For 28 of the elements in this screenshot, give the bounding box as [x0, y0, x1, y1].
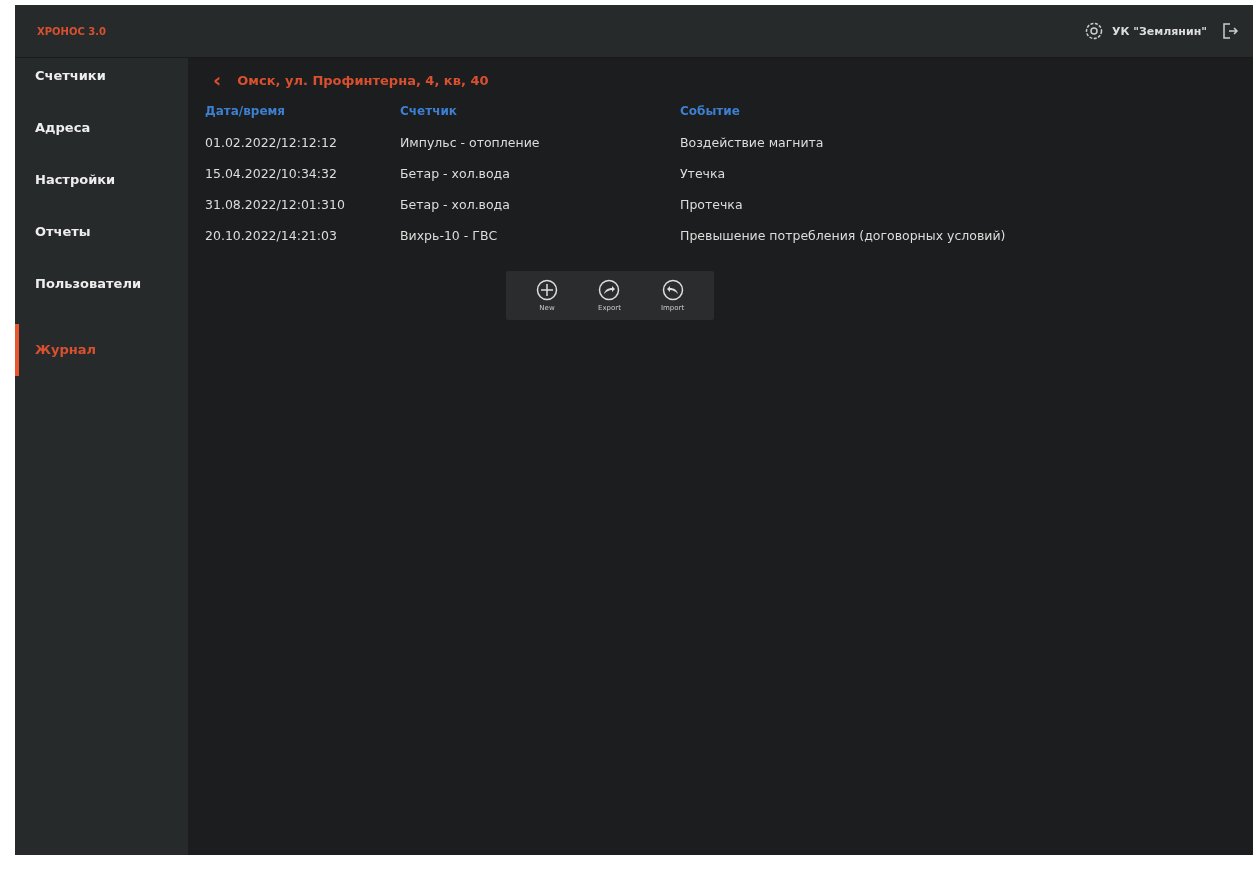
table-cell-text: Утечка: [680, 165, 727, 183]
table-cell-text: 01.02.2022/12:12:12: [205, 134, 338, 152]
table-cell-text: Бетар - хол.вода: [400, 165, 511, 183]
back-link[interactable]: ‹: [205, 72, 222, 88]
table-cell-text: 31.08.2022/12:01:310: [205, 196, 346, 214]
table-cell-text: 15.04.2022/10:34:32: [205, 165, 338, 183]
sidebar-item[interactable]: Счетчики: [15, 50, 188, 102]
table-cell-text: Импульс - отопление: [400, 134, 541, 152]
table-cell-text: Бетар - хол.вода: [400, 196, 511, 214]
logout-icon[interactable]: [1221, 22, 1239, 40]
table-cell-text: 20.10.2022/14:21:03: [205, 227, 338, 245]
column-header: Событие: [680, 103, 741, 120]
table-cell-text: Вихрь-10 - ГВС: [400, 227, 499, 245]
sidebar-item[interactable]: Журнал: [15, 324, 188, 376]
sidebar-item[interactable]: Пользователи: [15, 258, 188, 310]
table-cell-text: Воздействие магнита: [680, 134, 825, 152]
address-title: Омск, ул. Профинтерна, 4, кв, 40: [237, 72, 489, 88]
column-header: Дата/время: [205, 103, 287, 120]
column-header: Счетчик: [400, 103, 458, 120]
sidebar-item[interactable]: Настройки: [15, 154, 188, 206]
table-cell-text: Превышение потребления (договорных условий): [680, 227, 1006, 245]
sidebar-item[interactable]: Отчеты: [15, 206, 188, 258]
table-cell-text: Протечка: [680, 196, 744, 214]
app-logo: ХРОНОС 3.0: [37, 25, 106, 37]
settings-icon[interactable]: [1083, 21, 1104, 41]
sidebar-item[interactable]: Адреса: [15, 102, 188, 154]
organization-name: УК "Землянин": [1111, 24, 1207, 38]
plus-icon: [536, 279, 558, 301]
